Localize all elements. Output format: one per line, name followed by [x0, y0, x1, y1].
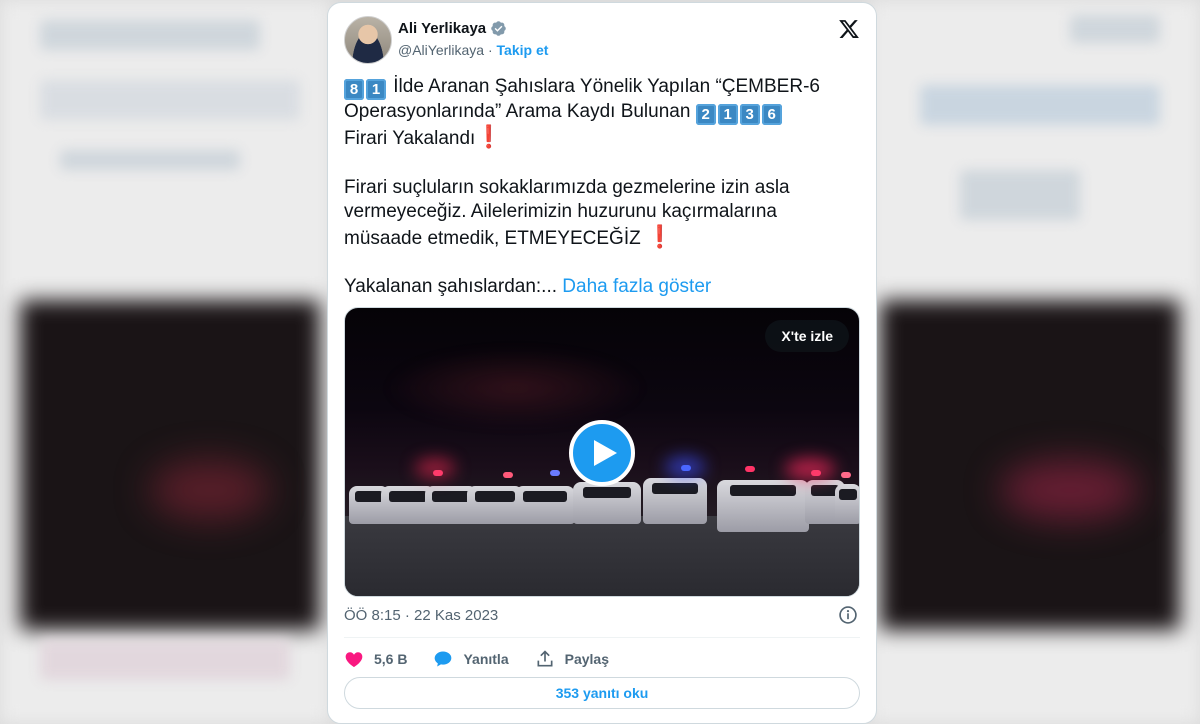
tweet-text-segment: Firari Yakalandı	[344, 128, 476, 149]
tweet-paragraph-2: Firari suçluların sokaklarımızda gezmele…	[344, 176, 854, 252]
heart-icon	[345, 652, 363, 667]
divider	[344, 637, 860, 638]
police-car	[717, 480, 809, 532]
siren-light	[681, 465, 691, 471]
author-handle-row: @AliYerlikaya · Takip et	[398, 42, 548, 58]
tweet-text: 81 İlde Aranan Şahıslara Yönelik Yapılan…	[344, 75, 854, 324]
background-blur-shape	[60, 150, 240, 170]
x-logo-icon[interactable]	[838, 18, 860, 40]
siren-light	[503, 472, 513, 478]
tweet-timestamp[interactable]: ÖÖ 8:15 · 22 Kas 2023	[344, 607, 498, 624]
keycap-digit: 6	[761, 104, 782, 125]
like-count: 5,6 B	[374, 651, 408, 667]
siren-light	[550, 470, 560, 476]
tweet-header: Ali Yerlikaya @AliYerlikaya · Takip et	[344, 16, 860, 68]
background-glow	[150, 460, 270, 520]
police-car	[573, 482, 641, 524]
police-car	[515, 486, 575, 524]
keycap-digit: 8	[344, 79, 364, 100]
keycap-digit: 1	[366, 79, 386, 100]
like-button[interactable]: 5,6 B	[344, 649, 407, 669]
author-name[interactable]: Ali Yerlikaya	[398, 20, 486, 37]
exclamation-icon: ❗	[646, 223, 674, 249]
reply-bubble-icon	[435, 651, 452, 667]
keycap-digit: 2	[695, 104, 716, 125]
share-icon	[537, 650, 553, 667]
follow-button[interactable]: Takip et	[497, 42, 549, 58]
background-blur-shape	[40, 640, 290, 680]
handle-separator: ·	[484, 42, 497, 58]
avatar[interactable]	[344, 16, 392, 64]
video-player[interactable]: X'te izle	[344, 307, 860, 597]
exclamation-icon: ❗	[475, 124, 503, 149]
police-car	[835, 484, 859, 524]
siren-light	[433, 470, 443, 476]
info-icon[interactable]	[838, 605, 858, 625]
play-button[interactable]	[569, 420, 635, 486]
background-blur-shape	[40, 80, 300, 120]
share-label: Paylaş	[564, 651, 609, 667]
video-haze	[385, 348, 645, 428]
keycap-digit: 1	[717, 104, 738, 125]
background-glow	[1000, 460, 1140, 520]
tweet-card: Ali Yerlikaya @AliYerlikaya · Takip et 8…	[327, 2, 877, 724]
background-blur-shape	[960, 170, 1080, 220]
background-blur-shape	[40, 20, 260, 50]
tweet-paragraph-1: 81 İlde Aranan Şahıslara Yönelik Yapılan…	[344, 75, 854, 152]
author-name-row: Ali Yerlikaya	[398, 20, 507, 37]
siren-light	[745, 466, 755, 472]
tweet-paragraph-3: Yakalanan şahıslardan:... Daha fazla gös…	[344, 275, 854, 300]
siren-light	[841, 472, 851, 478]
siren-glow	[785, 458, 835, 480]
read-replies-button[interactable]: 353 yanıtı oku	[344, 677, 860, 709]
background-video-left	[20, 300, 320, 630]
show-more-link[interactable]: Daha fazla göster	[562, 276, 711, 297]
reply-label: Yanıtla	[463, 651, 509, 667]
tweet-text-segment: Yakalanan şahıslardan:...	[344, 276, 563, 297]
siren-light	[811, 470, 821, 476]
tweet-text-segment: Firari suçluların sokaklarımızda gezmele…	[344, 176, 790, 249]
verified-badge-icon	[491, 21, 506, 36]
keycap-digit: 3	[739, 104, 760, 125]
play-icon	[594, 440, 617, 466]
share-button[interactable]: Paylaş	[535, 649, 609, 669]
reply-button[interactable]: Yanıtla	[433, 649, 509, 669]
background-blur-shape	[920, 85, 1160, 125]
background-blur-shape	[1070, 15, 1160, 43]
author-handle[interactable]: @AliYerlikaya	[398, 42, 484, 58]
tweet-actions: 5,6 B Yanıtla Paylaş	[344, 647, 609, 671]
police-car	[643, 478, 707, 524]
watch-on-x-button[interactable]: X'te izle	[765, 320, 849, 352]
